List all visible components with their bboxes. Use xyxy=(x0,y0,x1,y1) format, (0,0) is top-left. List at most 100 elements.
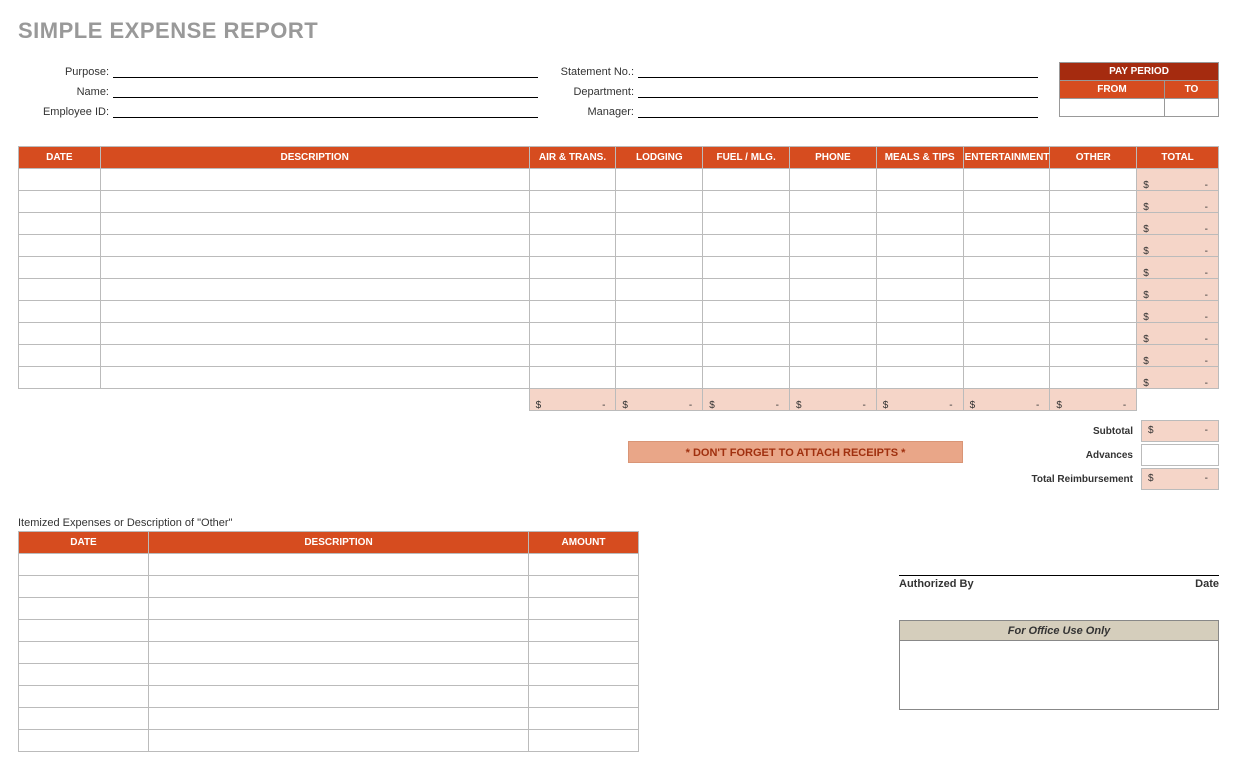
pay-period-to-input[interactable] xyxy=(1164,99,1218,117)
itemized-cell[interactable] xyxy=(529,576,639,598)
expense-cell[interactable] xyxy=(529,345,616,367)
purpose-input[interactable] xyxy=(113,62,538,78)
expense-cell[interactable] xyxy=(1050,367,1137,389)
expense-cell[interactable] xyxy=(1050,235,1137,257)
expense-cell[interactable] xyxy=(19,345,101,367)
employee-id-input[interactable] xyxy=(113,102,538,118)
expense-cell[interactable] xyxy=(529,367,616,389)
expense-cell[interactable] xyxy=(790,367,877,389)
expense-cell[interactable] xyxy=(963,345,1050,367)
expense-cell[interactable] xyxy=(790,323,877,345)
expense-cell[interactable] xyxy=(876,279,963,301)
expense-cell[interactable] xyxy=(1050,191,1137,213)
itemized-cell[interactable] xyxy=(529,664,639,686)
itemized-cell[interactable] xyxy=(149,642,529,664)
itemized-cell[interactable] xyxy=(529,730,639,752)
itemized-cell[interactable] xyxy=(19,686,149,708)
expense-cell[interactable] xyxy=(616,257,703,279)
itemized-cell[interactable] xyxy=(149,686,529,708)
manager-input[interactable] xyxy=(638,102,1038,118)
itemized-cell[interactable] xyxy=(149,554,529,576)
expense-cell[interactable] xyxy=(616,345,703,367)
advances-input[interactable] xyxy=(1141,444,1219,466)
itemized-cell[interactable] xyxy=(19,554,149,576)
expense-cell[interactable] xyxy=(790,257,877,279)
expense-cell[interactable] xyxy=(963,279,1050,301)
expense-cell[interactable] xyxy=(100,257,529,279)
expense-cell[interactable] xyxy=(1050,213,1137,235)
expense-cell[interactable] xyxy=(876,235,963,257)
expense-cell[interactable] xyxy=(19,191,101,213)
expense-cell[interactable] xyxy=(963,235,1050,257)
expense-cell[interactable] xyxy=(19,367,101,389)
expense-cell[interactable] xyxy=(616,367,703,389)
expense-cell[interactable] xyxy=(616,169,703,191)
expense-cell[interactable] xyxy=(703,169,790,191)
expense-cell[interactable] xyxy=(529,235,616,257)
expense-cell[interactable] xyxy=(790,301,877,323)
expense-cell[interactable] xyxy=(790,235,877,257)
expense-cell[interactable] xyxy=(616,235,703,257)
expense-cell[interactable] xyxy=(876,367,963,389)
expense-cell[interactable] xyxy=(19,279,101,301)
expense-cell[interactable] xyxy=(876,169,963,191)
expense-cell[interactable] xyxy=(1050,279,1137,301)
expense-cell[interactable] xyxy=(529,169,616,191)
expense-cell[interactable] xyxy=(703,367,790,389)
expense-cell[interactable] xyxy=(100,367,529,389)
itemized-cell[interactable] xyxy=(19,664,149,686)
expense-cell[interactable] xyxy=(703,301,790,323)
expense-cell[interactable] xyxy=(876,257,963,279)
expense-cell[interactable] xyxy=(703,279,790,301)
expense-cell[interactable] xyxy=(1050,169,1137,191)
expense-cell[interactable] xyxy=(790,213,877,235)
expense-cell[interactable] xyxy=(529,279,616,301)
itemized-cell[interactable] xyxy=(529,554,639,576)
expense-cell[interactable] xyxy=(876,301,963,323)
expense-cell[interactable] xyxy=(100,191,529,213)
itemized-cell[interactable] xyxy=(149,730,529,752)
expense-cell[interactable] xyxy=(100,279,529,301)
expense-cell[interactable] xyxy=(19,235,101,257)
expense-cell[interactable] xyxy=(19,257,101,279)
statement-no-input[interactable] xyxy=(638,62,1038,78)
expense-cell[interactable] xyxy=(616,279,703,301)
expense-cell[interactable] xyxy=(790,345,877,367)
expense-cell[interactable] xyxy=(616,191,703,213)
expense-cell[interactable] xyxy=(1050,301,1137,323)
expense-cell[interactable] xyxy=(1050,257,1137,279)
expense-cell[interactable] xyxy=(963,191,1050,213)
expense-cell[interactable] xyxy=(703,191,790,213)
expense-cell[interactable] xyxy=(100,345,529,367)
itemized-cell[interactable] xyxy=(19,620,149,642)
expense-cell[interactable] xyxy=(616,323,703,345)
expense-cell[interactable] xyxy=(790,169,877,191)
expense-cell[interactable] xyxy=(100,301,529,323)
expense-cell[interactable] xyxy=(100,213,529,235)
expense-cell[interactable] xyxy=(963,257,1050,279)
expense-cell[interactable] xyxy=(703,257,790,279)
itemized-cell[interactable] xyxy=(529,620,639,642)
itemized-cell[interactable] xyxy=(529,686,639,708)
itemized-cell[interactable] xyxy=(19,598,149,620)
itemized-cell[interactable] xyxy=(149,708,529,730)
itemized-cell[interactable] xyxy=(19,708,149,730)
expense-cell[interactable] xyxy=(616,213,703,235)
expense-cell[interactable] xyxy=(703,345,790,367)
expense-cell[interactable] xyxy=(703,323,790,345)
expense-cell[interactable] xyxy=(876,323,963,345)
expense-cell[interactable] xyxy=(100,169,529,191)
expense-cell[interactable] xyxy=(529,257,616,279)
expense-cell[interactable] xyxy=(529,323,616,345)
expense-cell[interactable] xyxy=(963,323,1050,345)
itemized-cell[interactable] xyxy=(529,642,639,664)
expense-cell[interactable] xyxy=(529,213,616,235)
expense-cell[interactable] xyxy=(790,279,877,301)
expense-cell[interactable] xyxy=(100,323,529,345)
itemized-cell[interactable] xyxy=(529,708,639,730)
expense-cell[interactable] xyxy=(19,213,101,235)
expense-cell[interactable] xyxy=(1050,345,1137,367)
expense-cell[interactable] xyxy=(529,301,616,323)
expense-cell[interactable] xyxy=(963,169,1050,191)
pay-period-from-input[interactable] xyxy=(1060,99,1165,117)
